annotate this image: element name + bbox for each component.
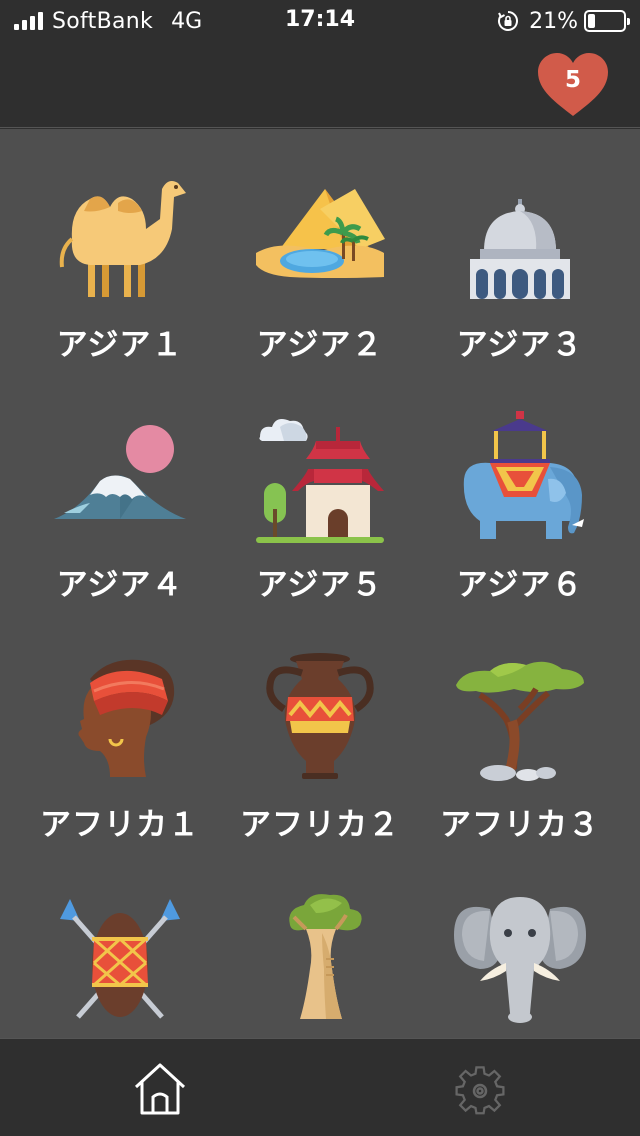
header: 5 — [0, 40, 640, 128]
level-label: アジア２ — [256, 327, 384, 363]
level-africa-3[interactable]: アフリカ３ — [420, 649, 620, 889]
home-icon — [134, 1063, 186, 1115]
tab-home[interactable] — [130, 1061, 190, 1117]
level-label: アジア１ — [56, 327, 184, 363]
level-asia-1[interactable]: アジア１ — [20, 169, 220, 409]
elephant-head-icon — [454, 897, 586, 1023]
lives-count: 5 — [564, 67, 581, 93]
desert-oasis-icon — [256, 189, 385, 278]
camel-icon — [59, 181, 186, 297]
level-label: アフリカ２ — [240, 807, 400, 843]
level-africa-1[interactable]: アフリカ１ — [20, 649, 220, 889]
level-asia-6[interactable]: アジア６ — [420, 409, 620, 649]
amphora-vase-icon — [266, 653, 374, 779]
lives-badge[interactable]: 5 — [535, 50, 611, 120]
acacia-tree-icon — [456, 661, 584, 781]
tab-settings[interactable] — [450, 1061, 510, 1117]
level-africa-6[interactable] — [420, 889, 620, 1038]
level-label: アフリカ３ — [440, 807, 600, 843]
level-asia-4[interactable]: アジア４ — [20, 409, 220, 649]
tab-bar — [0, 1038, 640, 1136]
level-grid: アジア１ アジア２ アジア３ アジア４ アジア５ アジア６ アフリカ１ アフリカ… — [20, 169, 620, 1038]
battery-level — [588, 14, 596, 28]
status-bar: SoftBank 4G 17:14 21% — [0, 0, 640, 40]
level-label: アジア５ — [256, 567, 384, 603]
level-africa-5[interactable] — [220, 889, 420, 1038]
level-label: アジア３ — [456, 327, 584, 363]
decorated-elephant-icon — [463, 411, 584, 539]
chinese-temple-icon — [256, 419, 384, 543]
level-label: アフリカ１ — [40, 807, 200, 843]
baobab-tree-icon — [289, 894, 362, 1019]
level-asia-2[interactable]: アジア２ — [220, 169, 420, 409]
battery-icon — [584, 10, 630, 32]
level-africa-2[interactable]: アフリカ２ — [220, 649, 420, 889]
battery-percent: 21% — [529, 8, 578, 34]
level-grid-area[interactable]: アジア１ アジア２ アジア３ アジア４ アジア５ アジア６ アフリカ１ アフリカ… — [0, 129, 640, 1038]
level-label: アジア６ — [456, 567, 584, 603]
level-africa-4[interactable] — [20, 889, 220, 1038]
level-label: アジア４ — [56, 567, 184, 603]
rotation-lock-icon — [498, 11, 519, 31]
level-asia-3[interactable]: アジア３ — [420, 169, 620, 409]
african-woman-icon — [78, 659, 175, 777]
level-asia-5[interactable]: アジア５ — [220, 409, 420, 649]
shield-spears-icon — [60, 899, 180, 1019]
gear-icon — [455, 1066, 505, 1115]
mosque-dome-icon — [470, 175, 570, 299]
mount-fuji-icon — [54, 425, 186, 519]
status-right: 21% — [497, 7, 630, 35]
